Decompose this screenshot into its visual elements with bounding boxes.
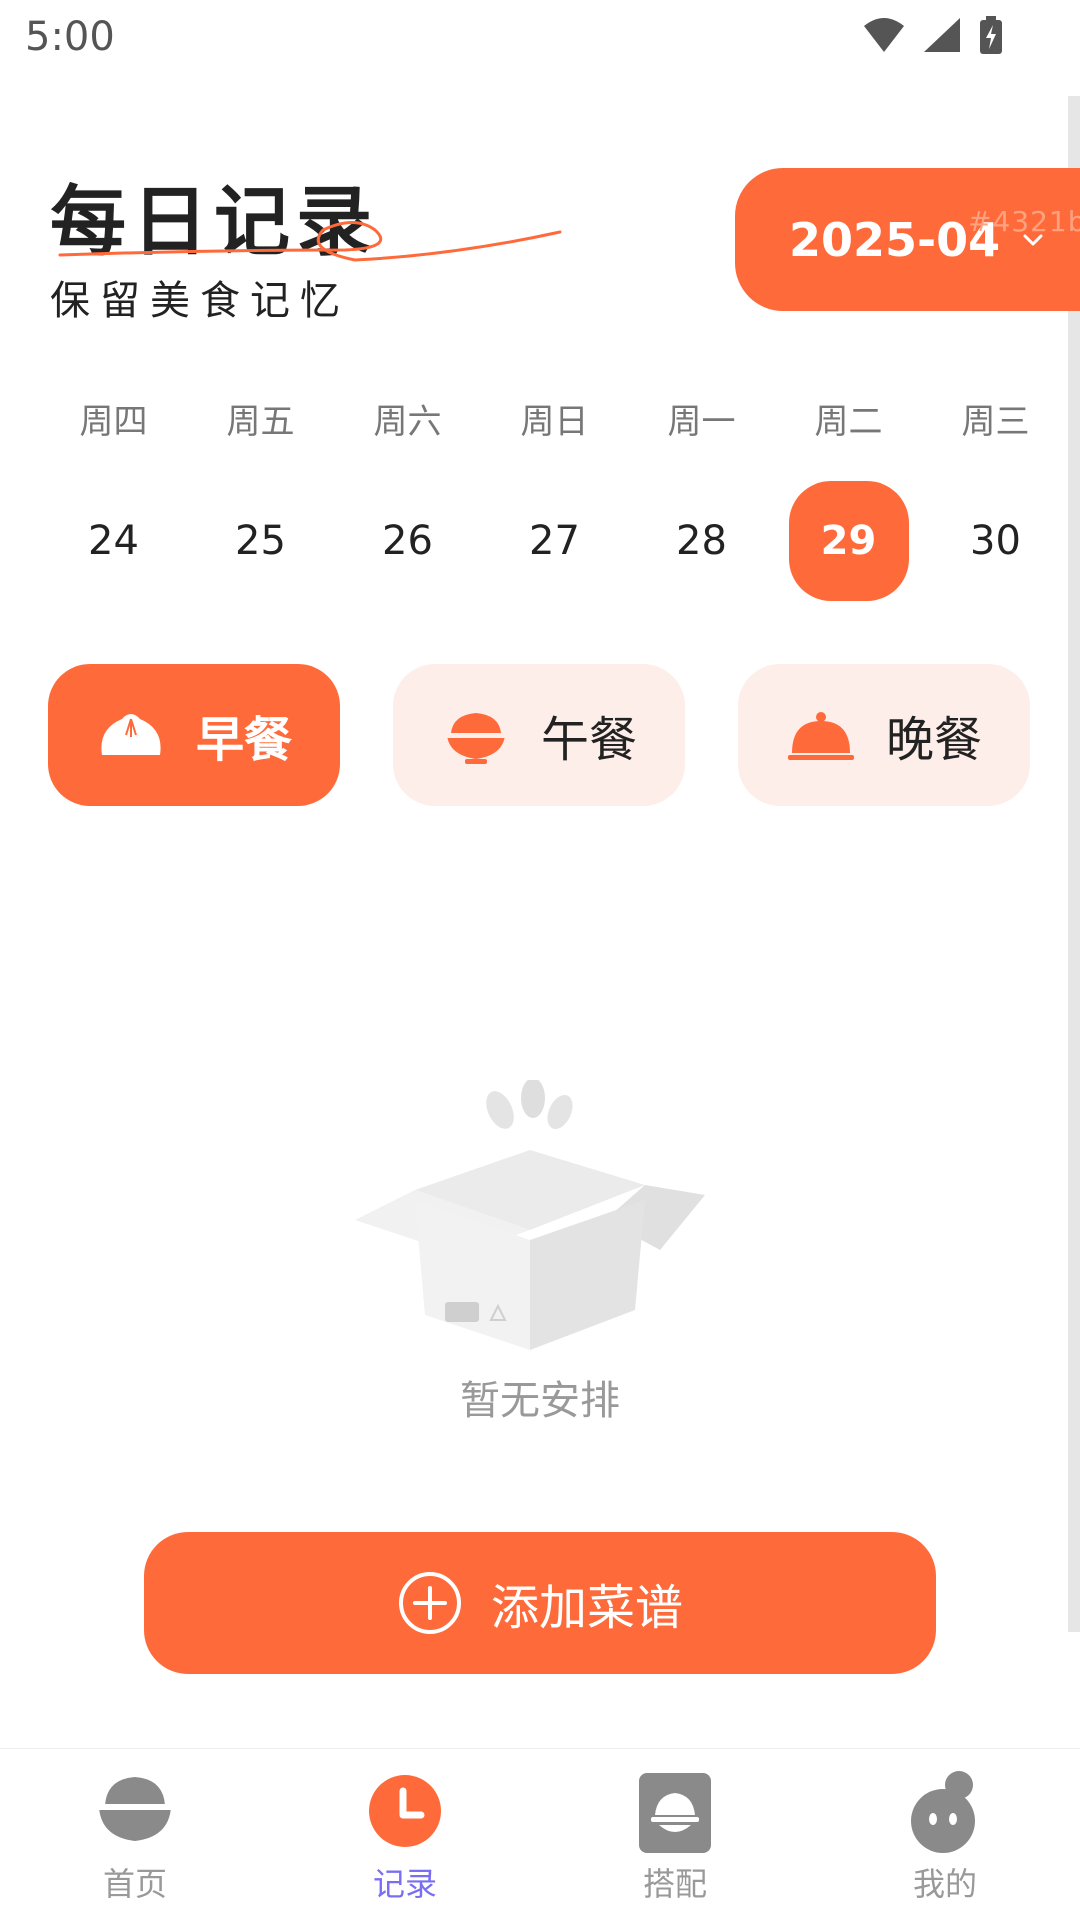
status-time: 5:00 bbox=[25, 14, 115, 60]
tab-label: 早餐 bbox=[195, 712, 292, 768]
tab-breakfast[interactable]: 早餐 bbox=[48, 664, 340, 806]
date-number[interactable]: 24 bbox=[54, 481, 174, 601]
day-column[interactable]: 周一 28 bbox=[628, 394, 775, 601]
date-number[interactable]: 28 bbox=[642, 481, 762, 601]
add-recipe-label: 添加菜谱 bbox=[490, 1580, 683, 1636]
empty-state-text: 暂无安排 bbox=[460, 1378, 620, 1424]
weekday-label: 周五 bbox=[226, 402, 295, 442]
weekday-label: 周一 bbox=[667, 402, 736, 442]
day-column[interactable]: 周五 25 bbox=[187, 394, 334, 601]
nav-label: 搭配 bbox=[642, 1865, 707, 1903]
tab-label: 午餐 bbox=[540, 712, 637, 768]
page-subtitle: 保留美食记忆 bbox=[50, 278, 350, 324]
date-number[interactable]: 27 bbox=[495, 481, 615, 601]
date-number[interactable]: 25 bbox=[201, 481, 321, 601]
weekday-label: 周三 bbox=[961, 402, 1030, 442]
profile-icon bbox=[911, 1771, 975, 1853]
tab-label: 晚餐 bbox=[885, 712, 982, 768]
weekday-label: 周二 bbox=[814, 402, 883, 442]
add-recipe-button[interactable]: 添加菜谱 bbox=[144, 1532, 936, 1674]
date-number[interactable]: 26 bbox=[348, 481, 468, 601]
nav-label: 记录 bbox=[372, 1865, 437, 1903]
rice-bowl-nav-icon bbox=[99, 1777, 171, 1841]
plate-icon bbox=[639, 1773, 711, 1853]
nav-item-records[interactable]: 记录 bbox=[325, 1769, 485, 1905]
day-column[interactable]: 周六 26 bbox=[334, 394, 481, 601]
day-column[interactable]: 周日 27 bbox=[481, 394, 628, 601]
plus-circle-icon bbox=[398, 1572, 461, 1634]
empty-box-icon bbox=[355, 1080, 705, 1350]
signal-icon bbox=[924, 18, 960, 52]
tab-dinner[interactable]: 晚餐 bbox=[738, 664, 1030, 806]
day-column[interactable]: 周三 30 bbox=[922, 394, 1069, 601]
title-swoosh-decoration bbox=[58, 221, 562, 262]
day-column-selected[interactable]: 周二 29 bbox=[775, 394, 922, 601]
weekday-label: 周六 bbox=[373, 402, 442, 442]
date-number[interactable]: 30 bbox=[936, 481, 1056, 601]
bottom-nav: 首页 记录 搭配 我的 bbox=[0, 1748, 1080, 1921]
cloche-icon bbox=[787, 712, 854, 760]
day-column[interactable]: 周四 24 bbox=[40, 394, 187, 601]
wifi-icon bbox=[864, 18, 904, 52]
nav-item-profile[interactable]: 我的 bbox=[865, 1769, 1025, 1905]
weekday-label: 周日 bbox=[520, 402, 589, 442]
nav-item-pairing[interactable]: 搭配 bbox=[595, 1769, 755, 1905]
watermark-text: #4321b bbox=[968, 205, 1080, 238]
week-strip: 周四 24 周五 25 周六 26 周日 27 周一 28 周二 29 周三 3… bbox=[40, 394, 1070, 601]
nav-label: 我的 bbox=[912, 1865, 977, 1903]
clock-icon bbox=[369, 1775, 441, 1847]
date-number-selected[interactable]: 29 bbox=[788, 481, 909, 601]
nav-label: 首页 bbox=[102, 1865, 167, 1903]
battery-charging-icon bbox=[980, 16, 1002, 54]
tab-lunch[interactable]: 午餐 bbox=[393, 664, 685, 806]
bun-icon bbox=[101, 714, 161, 755]
weekday-label: 周四 bbox=[79, 402, 148, 442]
rice-bowl-icon bbox=[446, 713, 505, 764]
nav-item-home[interactable]: 首页 bbox=[55, 1769, 215, 1905]
status-icons bbox=[862, 14, 1004, 56]
month-selector[interactable]: 2025-04 bbox=[735, 168, 1080, 311]
